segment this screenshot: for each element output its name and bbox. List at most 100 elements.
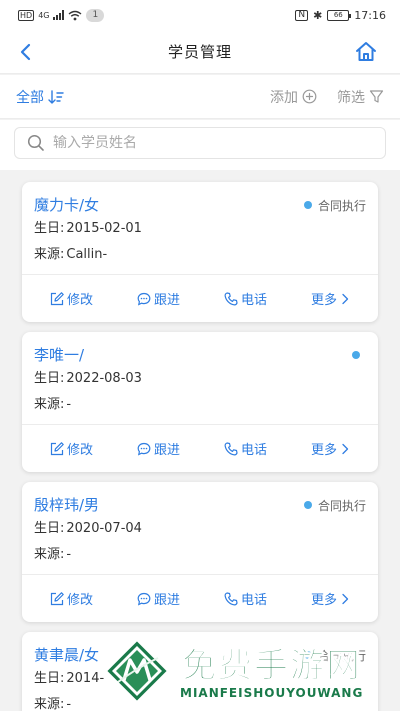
status-dot-icon [303,651,312,659]
edit-button[interactable]: 修改 [50,589,93,608]
birthday-label: 生日: [34,371,65,386]
status-badge: 合同执行 [303,644,366,666]
birthday-row: 生日: 2022-08-03 [34,366,366,392]
notification-badge: 1 [86,8,105,22]
chevron-right-icon [342,443,349,454]
network-type: 4G [38,10,50,20]
edit-icon [50,591,64,605]
source-value: - [66,697,72,711]
home-icon[interactable] [354,40,378,64]
more-label: 更多 [310,293,337,308]
status-text: 合同执行 [317,648,366,663]
filter-button[interactable]: 筛选 [337,87,384,107]
student-card[interactable]: 黄聿晨/女 合同执行 生日: 2014- 来源: - [22,632,378,711]
phone-icon [224,291,238,305]
more-label: 更多 [310,443,337,458]
filter-actions: 添加 筛选 [270,87,384,107]
phone-label: 电话 [240,593,267,608]
clock: 17:16 [354,8,386,22]
status-text: 合同执行 [317,498,366,513]
card-actions: 修改 跟进 电话 更多 [22,274,378,322]
more-button[interactable]: 更多 [311,439,350,458]
phone-button[interactable]: 电话 [224,289,267,308]
status-badge [352,344,366,366]
plus-circle-icon [302,89,317,104]
follow-up-button[interactable]: 跟进 [137,439,180,458]
chat-icon [137,592,151,606]
status-text: 合同执行 [317,198,366,213]
student-card[interactable]: 魔力卡/女 合同执行 生日: 2015-02-01 来源: Callin- 修改 跟… [22,182,378,322]
add-student-button[interactable]: 添加 [270,87,317,107]
edit-button[interactable]: 修改 [50,439,93,458]
more-button[interactable]: 更多 [311,289,350,308]
status-dot-icon [303,201,312,209]
birthday-label: 生日: [34,221,65,236]
search-input[interactable] [53,135,373,151]
more-label: 更多 [310,593,337,608]
follow-up-button[interactable]: 跟进 [137,589,180,608]
student-list[interactable]: 魔力卡/女 合同执行 生日: 2015-02-01 来源: Callin- 修改 跟… [0,172,400,711]
follow-up-label: 跟进 [153,443,180,458]
birthday-label: 生日: [34,671,65,686]
birthday-row: 生日: 2015-02-01 [34,216,366,242]
status-dot-icon [303,501,312,509]
student-card-body[interactable]: 李唯一/ 生日: 2022-08-03 来源: - [22,332,378,424]
phone-button[interactable]: 电话 [224,439,267,458]
card-actions: 修改 跟进 电话 更多 [22,424,378,472]
phone-button[interactable]: 电话 [224,589,267,608]
battery-level: 66 [333,10,343,19]
wifi-icon [69,10,82,20]
follow-up-label: 跟进 [153,293,180,308]
chevron-right-icon [342,593,349,604]
birthday-row: 生日: 2020-07-04 [34,516,366,542]
edit-icon [50,291,64,305]
birthday-row: 生日: 2014- [34,666,366,692]
student-card-body[interactable]: 黄聿晨/女 合同执行 生日: 2014- 来源: - [22,632,378,711]
follow-up-label: 跟进 [153,593,180,608]
status-badge: 合同执行 [303,494,366,516]
battery-icon: 66 [327,9,352,21]
signal-icon [53,10,65,20]
phone-icon [224,441,238,455]
source-row: 来源: - [34,692,366,711]
source-label: 来源: [34,397,65,412]
filter-label: 筛选 [337,89,365,106]
birthday-label: 生日: [34,521,65,536]
sort-icon [48,89,64,104]
phone-label: 电话 [240,293,267,308]
source-value: - [66,547,72,562]
source-value: - [66,397,72,412]
edit-label: 修改 [66,293,93,308]
status-dot-icon [352,351,360,359]
follow-up-button[interactable]: 跟进 [137,289,180,308]
edit-label: 修改 [66,443,93,458]
birthday-value: 2020-07-04 [66,521,142,536]
chat-icon [137,442,151,456]
more-button[interactable]: 更多 [311,589,350,608]
status-badge: 合同执行 [303,194,366,216]
search-icon [27,134,44,151]
search-box [14,127,386,159]
student-card[interactable]: 李唯一/ 生日: 2022-08-03 来源: - 修改 跟进 电话 更多 [22,332,378,472]
filter-all-button[interactable]: 全部 [16,87,64,107]
back-arrow-icon[interactable] [16,42,36,62]
chevron-right-icon [342,293,349,304]
nfc-icon: N [295,9,309,21]
birthday-value: 2022-08-03 [66,371,142,386]
page-title: 学员管理 [167,43,232,61]
student-card[interactable]: 殷梓玮/男 合同执行 生日: 2020-07-04 来源: - 修改 跟进 电话 更… [22,482,378,622]
status-bar: HD 4G 1 N ✱ 66 17:16 [0,0,400,30]
source-label: 来源: [34,247,65,262]
status-right: N ✱ 66 17:16 [295,9,386,22]
filter-bar: 全部 添加 筛选 [0,75,400,119]
add-label: 添加 [270,89,298,106]
edit-button[interactable]: 修改 [50,289,93,308]
phone-icon [224,591,238,605]
student-card-body[interactable]: 殷梓玮/男 合同执行 生日: 2020-07-04 来源: - [22,482,378,574]
hd-icon: HD [18,9,35,21]
source-row: 来源: - [34,392,366,418]
birthday-value: 2014- [66,671,105,686]
student-card-body[interactable]: 魔力卡/女 合同执行 生日: 2015-02-01 来源: Callin- [22,182,378,274]
status-left: HD 4G 1 [18,8,105,22]
phone-label: 电话 [240,443,267,458]
